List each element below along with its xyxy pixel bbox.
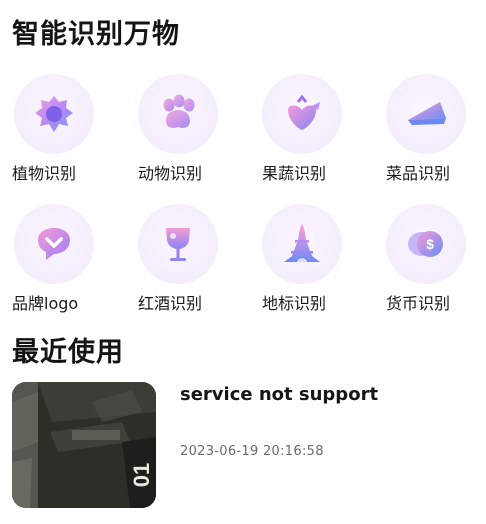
tile-label-animal: 动物识别	[138, 164, 203, 183]
plant-icon	[35, 96, 73, 132]
thumbnail-photo	[12, 382, 156, 508]
fruit-icon-circle	[262, 74, 342, 154]
tile-label-currency: 货币识别	[386, 294, 451, 313]
brand-logo-icon	[38, 228, 70, 260]
recent-item[interactable]: 01 service not support 2023-06-19 20:16:…	[12, 382, 474, 508]
tile-label-fruit: 果蔬识别	[262, 164, 327, 183]
dish-icon	[408, 102, 446, 125]
tile-plant-recognition[interactable]: 植物识别	[0, 74, 110, 184]
wine-glass-icon	[166, 228, 190, 261]
tile-label-landmark: 地标识别	[262, 294, 327, 313]
tile-brand-logo-recognition[interactable]: 品牌logo	[0, 204, 110, 314]
brand-icon-circle	[14, 204, 94, 284]
currency-coin-icon: $	[408, 231, 443, 257]
animal-icon-circle	[138, 74, 218, 154]
currency-icon-circle: $	[386, 204, 466, 284]
tile-dish-recognition[interactable]: 菜品识别	[372, 74, 482, 184]
landmark-tower-icon	[284, 224, 320, 262]
animal-paw-icon	[163, 94, 195, 128]
tile-label-plant: 植物识别	[12, 164, 77, 183]
wine-icon-circle	[138, 204, 218, 284]
section-title-recent: 最近使用	[12, 337, 124, 368]
section-title-recognize: 智能识别万物	[12, 19, 180, 50]
tile-wine-recognition[interactable]: 红酒识别	[124, 204, 234, 314]
tile-animal-recognition[interactable]: 动物识别	[124, 74, 234, 184]
svg-text:$: $	[426, 236, 434, 252]
thumbnail-number: 01	[129, 462, 155, 488]
recent-item-title: service not support	[180, 384, 379, 405]
tile-currency-recognition[interactable]: $ 货币识别	[372, 204, 482, 314]
tile-label-wine: 红酒识别	[138, 294, 203, 313]
recent-item-time: 2023-06-19 20:16:58	[180, 444, 324, 459]
tile-label-brand: 品牌logo	[12, 294, 79, 313]
plant-icon-circle	[14, 74, 94, 154]
recognition-grid: 植物识别 动物识别 果蔬识别 菜品识别 品牌logo 红酒识别 地标识别 $ 货…	[0, 74, 486, 314]
fruit-vegetable-icon	[288, 94, 320, 130]
recent-item-thumbnail: 01	[12, 382, 156, 508]
dish-icon-circle	[386, 74, 466, 154]
landmark-icon-circle	[262, 204, 342, 284]
tile-fruit-recognition[interactable]: 果蔬识别	[248, 74, 358, 184]
tile-landmark-recognition[interactable]: 地标识别	[248, 204, 358, 314]
tile-label-dish: 菜品识别	[386, 164, 451, 183]
